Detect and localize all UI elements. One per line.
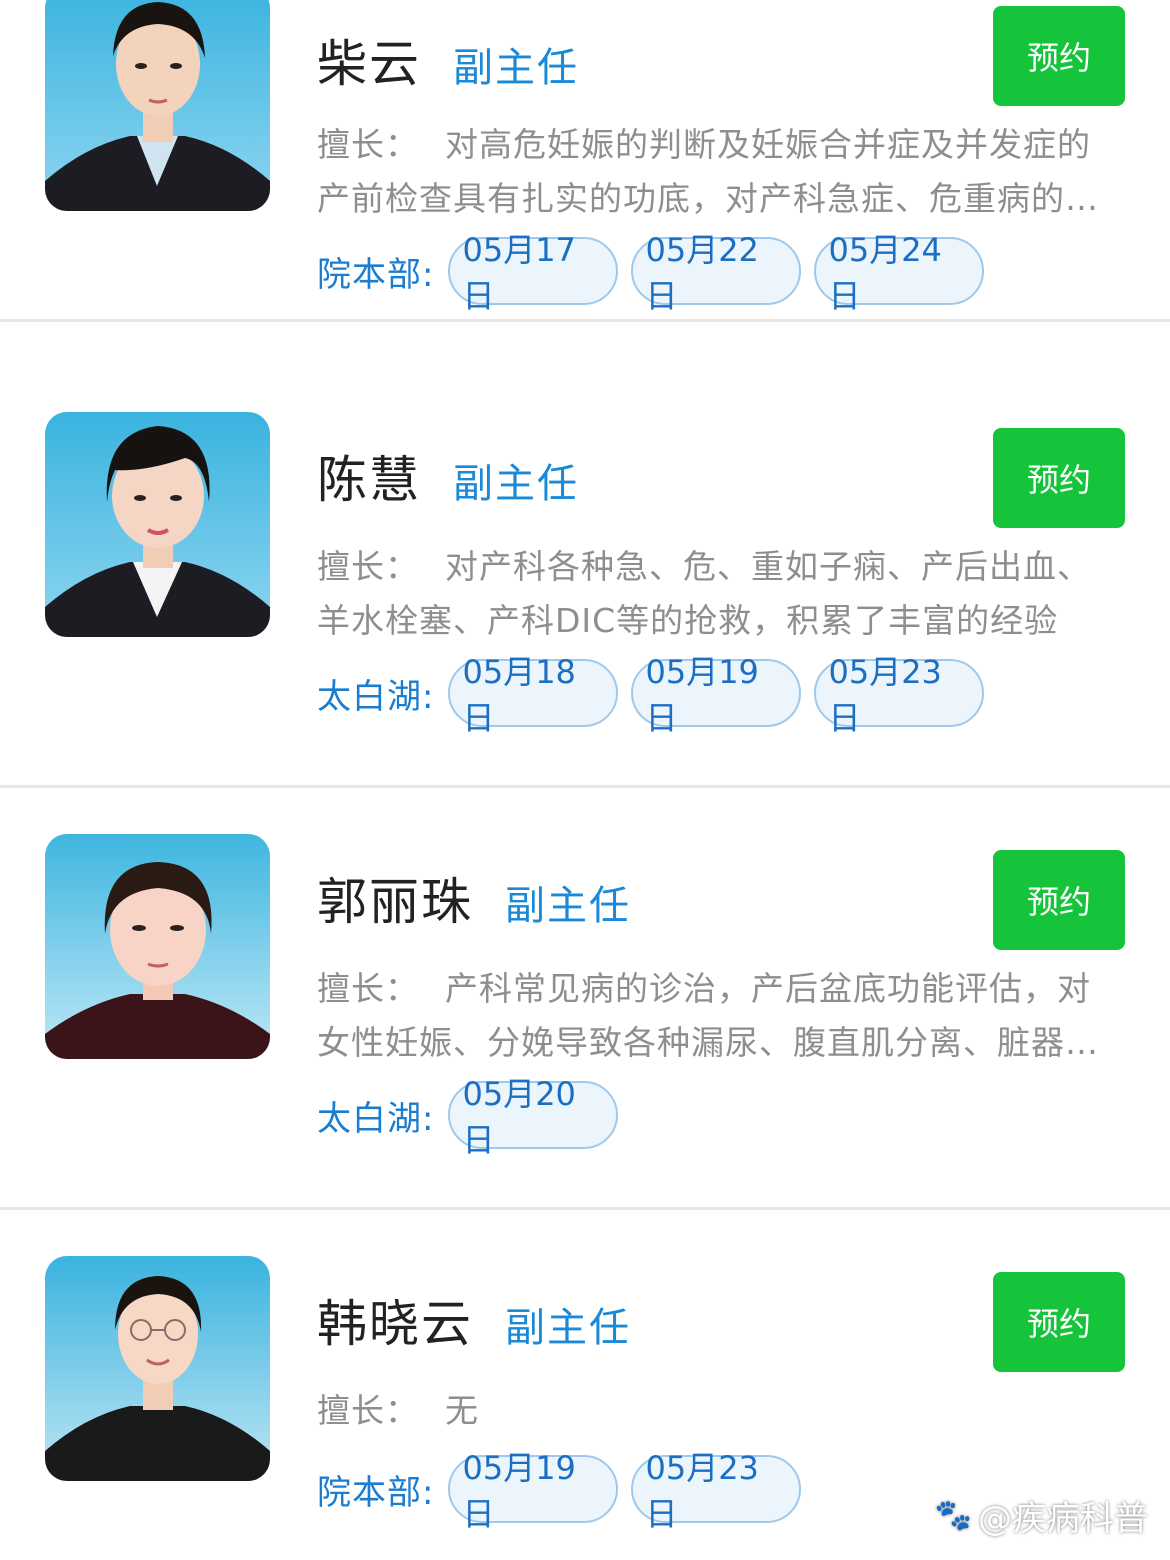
date-pill[interactable]: 05月19日: [448, 1449, 619, 1533]
date-pill[interactable]: 05月24日: [814, 231, 985, 315]
book-button[interactable]: 预约: [993, 428, 1125, 528]
doctor-photo: [45, 412, 270, 637]
specialty-text: 无: [445, 1391, 479, 1430]
campus-label: 太白湖:: [317, 676, 435, 717]
doctor-card: 陈慧 副主任 预约 擅长： 对产科各种急、危、重如子痫、产后出血、羊水栓塞、产科D…: [0, 412, 1170, 788]
doctor-photo: [45, 1256, 270, 1481]
specialty-text: 产科常见病的诊治，产后盆底功能评估，对女性妊娠、分娩导致各种漏尿、腹直肌分离、脏…: [317, 969, 1099, 1062]
doctor-specialty: 擅长： 产科常见病的诊治，产后盆底功能评估，对女性妊娠、分娩导致各种漏尿、腹直肌分…: [317, 962, 1122, 1070]
doctor-photo: [45, 834, 270, 1059]
date-pill[interactable]: 05月18日: [448, 653, 619, 737]
date-pill[interactable]: 05月23日: [814, 653, 985, 737]
watermark-text: @疾病科普: [978, 1499, 1148, 1539]
specialty-label: 擅长：: [317, 969, 419, 1008]
doctor-specialty: 擅长： 对高危妊娠的判断及妊娠合并症及并发症的产前检查具有扎实的功底，对产科急症、…: [317, 118, 1122, 226]
doctor-name-row: 韩晓云 副主任: [317, 1284, 631, 1356]
schedule-row: 太白湖: 05月18日 05月19日 05月23日: [317, 653, 997, 737]
doctor-title: 副主任: [453, 45, 579, 91]
schedule-row: 太白湖: 05月20日: [317, 1075, 631, 1159]
book-button[interactable]: 预约: [993, 1272, 1125, 1372]
specialty-label: 擅长：: [317, 547, 419, 586]
doctor-title: 副主任: [505, 1305, 631, 1351]
doctor-name-row: 陈慧 副主任: [317, 440, 579, 512]
book-button[interactable]: 预约: [993, 850, 1125, 950]
doctor-name-row: 郭丽珠 副主任: [317, 862, 631, 934]
campus-label: 院本部:: [317, 1472, 435, 1513]
date-pill[interactable]: 05月19日: [631, 653, 802, 737]
book-button[interactable]: 预约: [993, 6, 1125, 106]
date-pill[interactable]: 05月22日: [631, 231, 802, 315]
specialty-text: 对高危妊娠的判断及妊娠合并症及并发症的产前检查具有扎实的功底，对产科急症、危重病…: [317, 125, 1099, 218]
doctor-name: 郭丽珠: [317, 873, 473, 931]
specialty-text: 对产科各种急、危、重如子痫、产后出血、羊水栓塞、产科DIC等的抢救，积累了丰富的…: [317, 547, 1091, 640]
doctor-specialty: 擅长： 无: [317, 1384, 1122, 1438]
doctor-name: 柴云: [317, 35, 421, 93]
schedule-row: 院本部: 05月19日 05月23日: [317, 1449, 814, 1533]
campus-label: 太白湖:: [317, 1098, 435, 1139]
date-pill[interactable]: 05月23日: [631, 1449, 802, 1533]
doctor-specialty: 擅长： 对产科各种急、危、重如子痫、产后出血、羊水栓塞、产科DIC等的抢救，积累了…: [317, 540, 1122, 648]
doctor-card: 郭丽珠 副主任 预约 擅长： 产科常见病的诊治，产后盆底功能评估，对女性妊娠、分娩…: [0, 788, 1170, 1210]
doctor-name: 韩晓云: [317, 1295, 473, 1353]
date-pill[interactable]: 05月20日: [448, 1075, 619, 1159]
doctor-title: 副主任: [453, 461, 579, 507]
doctor-name-row: 柴云 副主任: [317, 24, 579, 96]
doctor-card: 柴云 副主任 预约 擅长： 对高危妊娠的判断及妊娠合并症及并发症的产前检查具有扎实…: [0, 0, 1170, 322]
doctor-title: 副主任: [505, 883, 631, 929]
specialty-label: 擅长：: [317, 1391, 419, 1430]
watermark: 🐾 @疾病科普: [935, 1491, 1148, 1540]
doctor-name: 陈慧: [317, 451, 421, 509]
date-pill[interactable]: 05月17日: [448, 231, 619, 315]
paw-icon: 🐾: [934, 1498, 972, 1533]
campus-label: 院本部:: [317, 254, 435, 295]
specialty-label: 擅长：: [317, 125, 419, 164]
schedule-row: 院本部: 05月17日 05月22日 05月24日: [317, 231, 997, 315]
doctor-photo: [45, 0, 270, 211]
